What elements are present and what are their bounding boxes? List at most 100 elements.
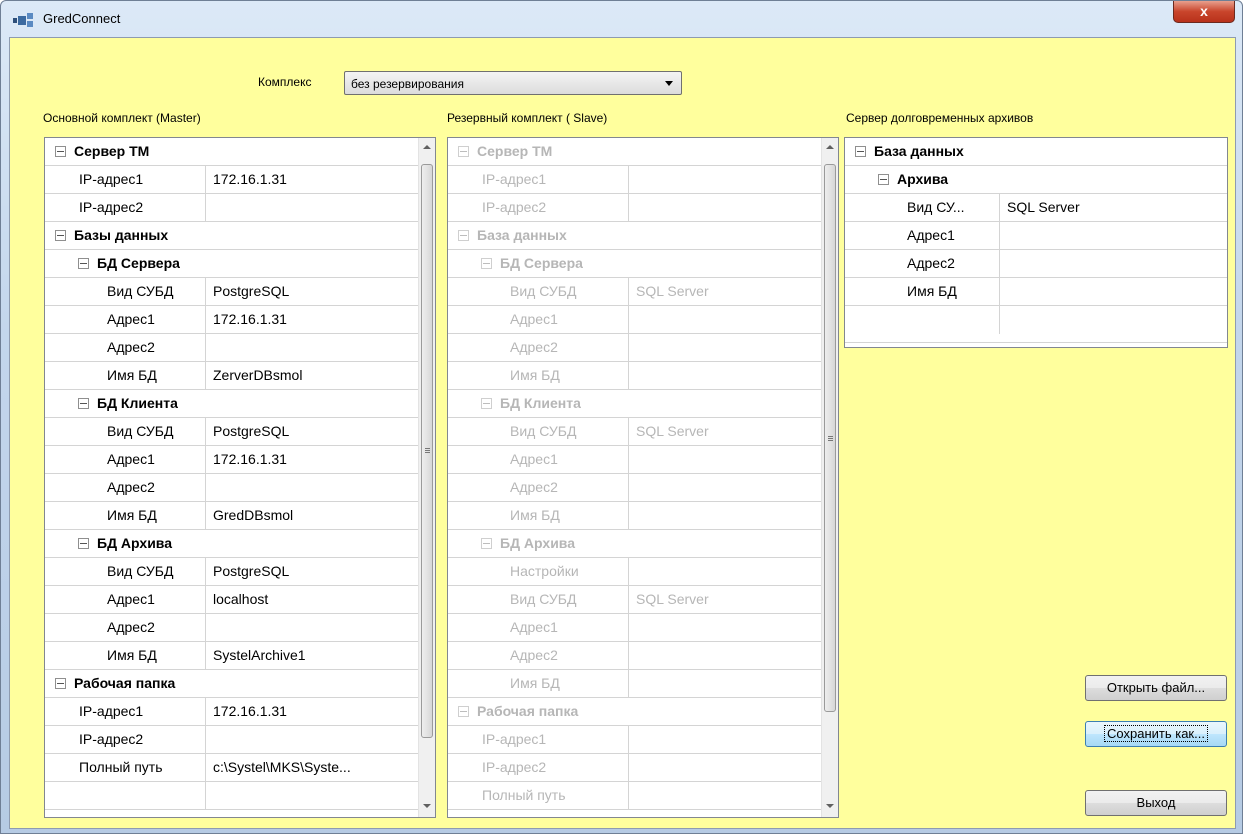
property-row[interactable]: IP-адрес1 xyxy=(448,726,821,754)
property-value[interactable]: PostgreSQL xyxy=(205,278,418,306)
scroll-down-icon[interactable] xyxy=(822,798,838,815)
property-value[interactable]: SystelArchive1 xyxy=(205,642,418,670)
category-row[interactable]: База данных xyxy=(845,138,1227,166)
property-row[interactable]: Вид СУ... SQL Server xyxy=(845,194,1227,222)
property-row[interactable]: IP-адрес1 xyxy=(448,166,821,194)
property-value[interactable] xyxy=(205,614,418,642)
property-value[interactable] xyxy=(628,334,821,362)
property-value[interactable]: 172.16.1.31 xyxy=(205,306,418,334)
master-scrollbar[interactable] xyxy=(418,138,435,817)
property-value[interactable] xyxy=(628,642,821,670)
collapse-icon[interactable] xyxy=(878,173,889,185)
property-row[interactable]: Полный путь c:\Systel\MKS\Syste... xyxy=(45,754,418,782)
scroll-up-icon[interactable] xyxy=(822,138,838,155)
property-value[interactable]: SQL Server xyxy=(628,278,821,306)
scroll-thumb[interactable] xyxy=(824,164,836,712)
title-bar[interactable]: GredConnect x xyxy=(1,1,1242,37)
property-row[interactable]: Адрес1 xyxy=(448,446,821,474)
property-value[interactable] xyxy=(628,558,821,586)
archive-property-grid[interactable]: База данных Архива Вид СУ... SQL Server Адре… xyxy=(844,137,1228,348)
property-value[interactable] xyxy=(628,194,821,222)
property-row[interactable]: Адрес1 172.16.1.31 xyxy=(45,446,418,474)
property-row[interactable]: Имя БД xyxy=(448,362,821,390)
property-row[interactable]: Имя БД xyxy=(448,502,821,530)
collapse-icon[interactable] xyxy=(55,145,66,157)
property-row[interactable]: IP-адрес2 xyxy=(448,754,821,782)
property-value[interactable] xyxy=(628,502,821,530)
scroll-up-icon[interactable] xyxy=(419,138,435,155)
property-value[interactable] xyxy=(628,670,821,698)
property-value[interactable] xyxy=(628,726,821,754)
category-row[interactable]: БД Сервера xyxy=(45,250,418,278)
collapse-icon[interactable] xyxy=(55,229,66,241)
property-value[interactable] xyxy=(628,782,821,810)
category-row[interactable]: Сервер ТМ xyxy=(448,138,821,166)
property-value[interactable] xyxy=(205,474,418,502)
property-row[interactable]: Полный путь xyxy=(448,782,821,810)
collapse-icon[interactable] xyxy=(481,397,492,409)
category-row[interactable]: БД Сервера xyxy=(448,250,821,278)
property-row[interactable]: Адрес2 xyxy=(448,334,821,362)
property-value[interactable] xyxy=(628,614,821,642)
property-value[interactable] xyxy=(999,278,1227,306)
property-row[interactable]: Адрес2 xyxy=(845,250,1227,278)
property-row[interactable]: IP-адрес2 xyxy=(448,194,821,222)
property-row[interactable]: Настройки xyxy=(448,558,821,586)
property-value[interactable]: PostgreSQL xyxy=(205,418,418,446)
property-value[interactable] xyxy=(628,362,821,390)
property-row[interactable]: IP-адрес2 xyxy=(45,194,418,222)
property-value[interactable] xyxy=(205,194,418,222)
property-value[interactable] xyxy=(205,782,418,810)
property-value[interactable] xyxy=(628,306,821,334)
property-row[interactable]: Вид СУБД SQL Server xyxy=(448,586,821,614)
category-row[interactable]: БД Архива xyxy=(45,530,418,558)
property-value[interactable] xyxy=(205,334,418,362)
property-value[interactable]: PostgreSQL xyxy=(205,558,418,586)
property-row[interactable]: Адрес2 xyxy=(45,614,418,642)
category-row[interactable]: Базы данных xyxy=(45,222,418,250)
property-row[interactable]: Имя БД ZerverDBsmol xyxy=(45,362,418,390)
property-value[interactable]: c:\Systel\MKS\Syste... xyxy=(205,754,418,782)
property-row[interactable]: IP-адрес2 xyxy=(45,726,418,754)
collapse-icon[interactable] xyxy=(78,257,89,269)
property-value[interactable] xyxy=(628,166,821,194)
property-row[interactable]: Адрес1 localhost xyxy=(45,586,418,614)
property-value[interactable]: GredDBsmol xyxy=(205,502,418,530)
property-row[interactable]: IP-адрес1 172.16.1.31 xyxy=(45,166,418,194)
collapse-icon[interactable] xyxy=(78,397,89,409)
property-value[interactable]: localhost xyxy=(205,586,418,614)
category-row[interactable]: Сервер ТМ xyxy=(45,138,418,166)
collapse-icon[interactable] xyxy=(458,229,469,241)
chevron-down-icon[interactable] xyxy=(665,81,673,86)
property-row[interactable]: IP-адрес1 172.16.1.31 xyxy=(45,698,418,726)
property-row[interactable]: Адрес1 xyxy=(845,222,1227,250)
property-row[interactable]: Имя БД GredDBsmol xyxy=(45,502,418,530)
property-row[interactable]: Адрес2 xyxy=(45,334,418,362)
property-row[interactable]: Вид СУБД PostgreSQL xyxy=(45,278,418,306)
property-row[interactable]: Адрес2 xyxy=(448,642,821,670)
property-value[interactable]: 172.16.1.31 xyxy=(205,698,418,726)
category-row[interactable]: Рабочая папка xyxy=(45,670,418,698)
property-value[interactable]: 172.16.1.31 xyxy=(205,446,418,474)
property-value[interactable] xyxy=(628,446,821,474)
property-value[interactable] xyxy=(628,474,821,502)
property-row[interactable]: Имя БД xyxy=(448,670,821,698)
category-row[interactable]: Архива xyxy=(845,166,1227,194)
collapse-icon[interactable] xyxy=(855,145,866,157)
scroll-thumb[interactable] xyxy=(421,164,433,738)
property-row[interactable] xyxy=(845,306,1227,343)
collapse-icon[interactable] xyxy=(481,537,492,549)
master-property-grid[interactable]: Сервер ТМ IP-адрес1 172.16.1.31 IP-адрес2 Ба… xyxy=(44,137,436,818)
property-row[interactable]: Имя БД xyxy=(845,278,1227,306)
property-row[interactable]: Вид СУБД SQL Server xyxy=(448,418,821,446)
scroll-down-icon[interactable] xyxy=(419,798,435,815)
property-value[interactable]: SQL Server xyxy=(628,418,821,446)
save-as-button[interactable]: Сохранить как... xyxy=(1085,721,1227,747)
category-row[interactable]: БД Клиента xyxy=(448,390,821,418)
open-file-button[interactable]: Открыть файл... xyxy=(1085,675,1227,701)
property-row[interactable] xyxy=(45,782,418,810)
exit-button[interactable]: Выход xyxy=(1085,790,1227,816)
collapse-icon[interactable] xyxy=(458,705,469,717)
property-value[interactable]: ZerverDBsmol xyxy=(205,362,418,390)
close-button[interactable]: x xyxy=(1173,1,1235,23)
